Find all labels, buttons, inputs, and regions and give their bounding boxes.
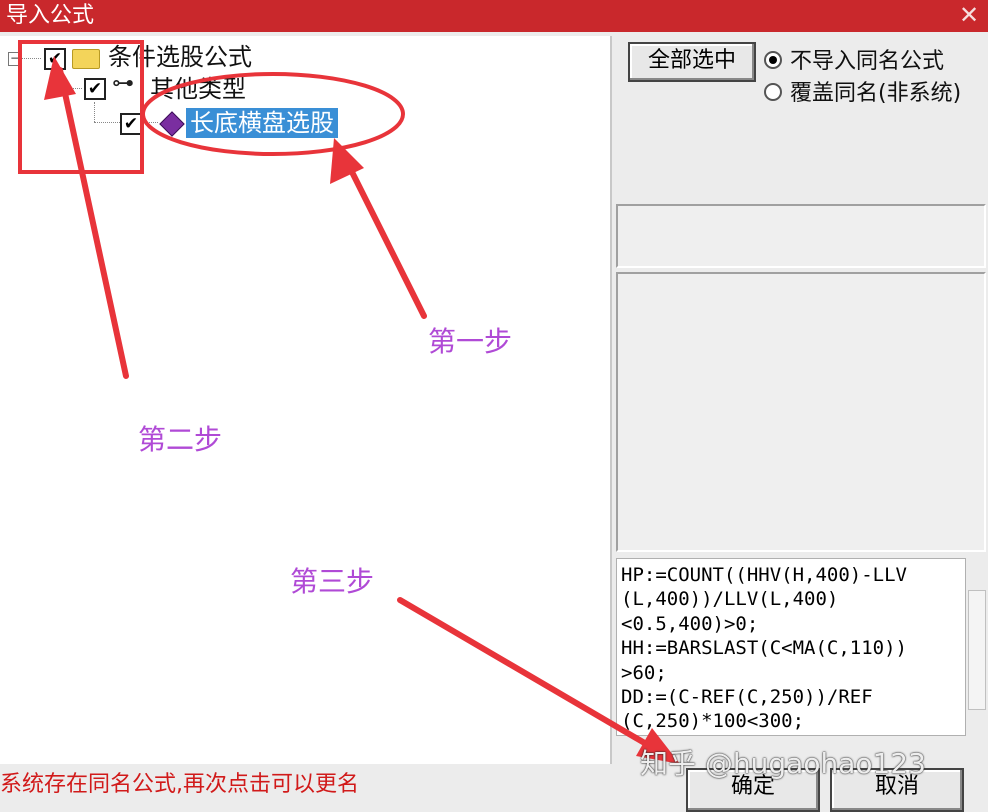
select-all-button[interactable]: 全部选中	[628, 42, 756, 82]
tree-connector	[54, 72, 55, 88]
tree-node-child[interactable]: 其他类型	[150, 74, 246, 104]
formula-icon	[159, 111, 185, 137]
watermark: 知乎 @hugaohao123	[640, 747, 926, 780]
annotation-step3: 第三步	[290, 565, 375, 598]
radio-overwrite[interactable]: 覆盖同名(非系统)	[764, 80, 961, 108]
radio-label: 不导入同名公式	[790, 49, 945, 74]
collapse-icon[interactable]: −	[8, 52, 22, 66]
tree-connector	[94, 122, 120, 123]
formula-line: HP:=COUNT((HHV(H,400)-LLV	[621, 564, 907, 586]
tree-connector	[21, 58, 41, 59]
formula-line: (L,400))/LLV(L,400)	[621, 588, 839, 611]
tree-connector	[94, 102, 95, 122]
tree-connector	[144, 122, 158, 123]
description-box	[616, 204, 986, 268]
detail-box	[616, 272, 986, 552]
formula-line: <0.5,400)>0;	[621, 612, 759, 635]
title-bar: 导入公式 ✕	[0, 0, 988, 32]
formula-tree[interactable]: − ✔ 条件选股公式 ✔ ⊶ 其他类型 ✔ 长底横盘选股	[0, 36, 612, 764]
child-checkbox[interactable]: ✔	[84, 78, 106, 100]
close-icon[interactable]: ✕	[954, 0, 984, 30]
window-title: 导入公式	[6, 3, 95, 28]
leaf-checkbox[interactable]: ✔	[120, 113, 142, 135]
root-checkbox[interactable]: ✔	[44, 48, 66, 70]
tree-connector	[54, 88, 82, 89]
status-message: 系统存在同名公式,再次点击可以更名	[0, 772, 359, 797]
folder-icon	[72, 49, 100, 69]
radio-selected-icon[interactable]	[764, 51, 782, 69]
formula-code[interactable]: HP:=COUNT((HHV(H,400)-LLV (L,400))/LLV(L,…	[616, 558, 966, 736]
formula-line: HH:=BARSLAST(C<MA(C,110))	[621, 637, 907, 660]
annotation-step2: 第二步	[138, 423, 223, 456]
tree-node-leaf[interactable]: 长底横盘选股	[186, 108, 338, 138]
tree-node-root[interactable]: 条件选股公式	[108, 42, 252, 72]
radio-label: 覆盖同名(非系统)	[790, 81, 962, 106]
formula-line: (C,250)*100<300;	[621, 710, 805, 733]
radio-unselected-icon[interactable]	[764, 83, 782, 101]
annotation-step1: 第一步	[428, 325, 513, 358]
formula-line: DD:=(C-REF(C,250))/REF	[621, 686, 873, 709]
key-icon: ⊶	[112, 71, 134, 96]
radio-skip-duplicates[interactable]: 不导入同名公式	[764, 48, 944, 76]
formula-line: >60;	[621, 661, 667, 684]
formula-scrollbar[interactable]	[968, 590, 986, 710]
